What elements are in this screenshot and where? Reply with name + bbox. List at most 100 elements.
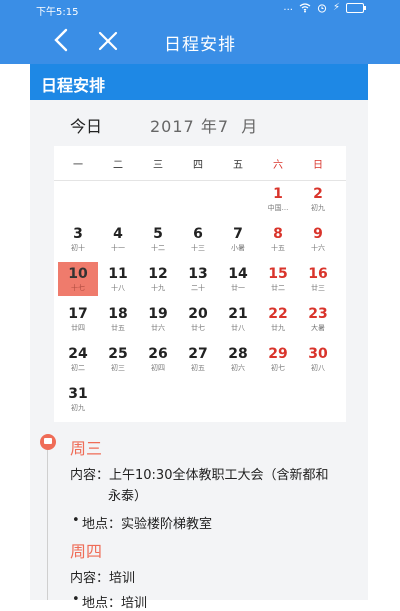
schedule-location: 地点：培训 xyxy=(72,592,147,611)
day-lunar: 初九 xyxy=(71,404,85,412)
calendar-day[interactable]: 31 初九 xyxy=(58,382,98,416)
more-dots-icon: ... xyxy=(283,2,293,13)
day-lunar: 初九 xyxy=(311,204,325,212)
year-value: 2017 xyxy=(150,117,195,136)
status-bar: 下午5:15 ... ⚡ xyxy=(0,0,400,18)
day-number: 1 xyxy=(273,186,283,202)
calendar-day[interactable]: 25 初三 xyxy=(98,342,138,376)
battery-icon xyxy=(346,2,366,13)
calendar-day[interactable]: 7 小暑 xyxy=(218,222,258,256)
day-lunar: 中国... xyxy=(267,204,289,212)
day-lunar: 大暑 xyxy=(311,324,325,332)
day-number: 17 xyxy=(68,306,88,322)
calendar-day[interactable]: 3 初十 xyxy=(58,222,98,256)
weekday-sat: 六 xyxy=(273,160,283,171)
day-number: 28 xyxy=(228,346,248,362)
calendar-day[interactable]: 29 初七 xyxy=(258,342,298,376)
calendar-day[interactable]: 15 廿二 xyxy=(258,262,298,296)
day-number: 5 xyxy=(153,226,163,242)
calendar-day[interactable]: 18 廿五 xyxy=(98,302,138,336)
calendar-day[interactable]: 27 初五 xyxy=(178,342,218,376)
calendar-day[interactable]: 14 廿一 xyxy=(218,262,258,296)
calendar-day[interactable]: 26 初四 xyxy=(138,342,178,376)
day-number: 7 xyxy=(233,226,243,242)
calendar-day[interactable]: 12 十九 xyxy=(138,262,178,296)
calendar-day[interactable]: 16 廿三 xyxy=(298,262,338,296)
month-selector[interactable]: 2017 年7 月 xyxy=(150,113,258,137)
day-number: 14 xyxy=(228,266,248,282)
schedule-content: 内容：上午10:30全体教职工大会（含新都和 xyxy=(70,468,329,483)
calendar-day[interactable]: 21 廿八 xyxy=(218,302,258,336)
day-number: 22 xyxy=(268,306,288,322)
status-time: 下午5:15 xyxy=(36,7,79,18)
day-lunar: 十一 xyxy=(111,244,125,252)
day-lunar: 廿六 xyxy=(151,324,165,332)
calendar-day[interactable]: 13 二十 xyxy=(178,262,218,296)
day-number: 31 xyxy=(68,386,88,402)
today-button[interactable]: 今日 xyxy=(70,113,102,137)
day-number: 12 xyxy=(148,266,168,282)
day-lunar: 二十 xyxy=(191,284,205,292)
day-number: 2 xyxy=(313,186,323,202)
day-number: 13 xyxy=(188,266,208,282)
day-lunar: 初八 xyxy=(311,364,325,372)
schedule-content-continued: 永泰） xyxy=(108,489,148,504)
calendar-day[interactable]: 17 廿四 xyxy=(58,302,98,336)
day-lunar: 初五 xyxy=(191,364,205,372)
calendar-day[interactable]: 1 中国... xyxy=(258,182,298,216)
calendar-day[interactable]: 19 廿六 xyxy=(138,302,178,336)
day-lunar: 十九 xyxy=(151,284,165,292)
day-lunar: 初七 xyxy=(271,364,285,372)
schedule-location-text: 地点：培训 xyxy=(82,596,148,611)
calendar-day[interactable]: 30 初八 xyxy=(298,342,338,376)
day-lunar: 廿七 xyxy=(191,324,205,332)
calendar-day[interactable]: 24 初二 xyxy=(58,342,98,376)
schedule-content: 内容：培训 xyxy=(70,571,136,586)
day-number: 27 xyxy=(188,346,208,362)
app-bar: 日程安排 xyxy=(0,18,400,64)
calendar-day[interactable]: 11 十八 xyxy=(98,262,138,296)
calendar-day[interactable]: 6 十三 xyxy=(178,222,218,256)
year-unit: 年 xyxy=(200,117,218,136)
calendar-day[interactable]: 4 十一 xyxy=(98,222,138,256)
schedule-day-title: 周四 xyxy=(70,542,103,561)
calendar-day[interactable]: 23 大暑 xyxy=(298,302,338,336)
calendar-day[interactable]: 28 初六 xyxy=(218,342,258,376)
day-number: 6 xyxy=(193,226,203,242)
day-number: 16 xyxy=(308,266,328,282)
day-number: 24 xyxy=(68,346,88,362)
charging-icon: ⚡ xyxy=(332,2,340,13)
month-value: 7 xyxy=(217,117,230,136)
calendar-day[interactable]: 8 十五 xyxy=(258,222,298,256)
day-lunar: 十二 xyxy=(151,244,165,252)
weekday-wed: 三 xyxy=(153,160,163,171)
month-unit: 月 xyxy=(241,117,259,136)
month-row: 今日 2017 年7 月 xyxy=(30,100,368,146)
day-number: 25 xyxy=(108,346,128,362)
day-number: 11 xyxy=(108,266,128,282)
calendar-day-selected[interactable]: 10 十七 xyxy=(58,262,98,296)
calendar-day[interactable]: 9 十六 xyxy=(298,222,338,256)
page-title: 日程安排 xyxy=(164,35,236,55)
wifi-icon xyxy=(299,2,311,12)
status-icons: ... ⚡ xyxy=(283,2,366,13)
day-lunar: 十六 xyxy=(311,244,325,252)
day-lunar: 廿八 xyxy=(231,324,245,332)
weekday-thu: 四 xyxy=(193,160,203,171)
day-lunar: 初六 xyxy=(231,364,245,372)
schedule-location-text: 地点：实验楼阶梯教室 xyxy=(82,517,213,532)
calendar-day[interactable]: 20 廿七 xyxy=(178,302,218,336)
day-number: 21 xyxy=(228,306,248,322)
schedule-icon xyxy=(40,434,56,450)
day-lunar: 十三 xyxy=(191,244,205,252)
calendar-day[interactable]: 2 初九 xyxy=(298,182,338,216)
day-number: 23 xyxy=(308,306,328,322)
day-lunar: 初二 xyxy=(71,364,85,372)
day-number: 29 xyxy=(268,346,288,362)
day-number: 18 xyxy=(108,306,128,322)
day-lunar: 初四 xyxy=(151,364,165,372)
calendar-day[interactable]: 22 廿九 xyxy=(258,302,298,336)
calendar-day[interactable]: 5 十二 xyxy=(138,222,178,256)
day-lunar: 十八 xyxy=(111,284,125,292)
day-number: 30 xyxy=(308,346,328,362)
